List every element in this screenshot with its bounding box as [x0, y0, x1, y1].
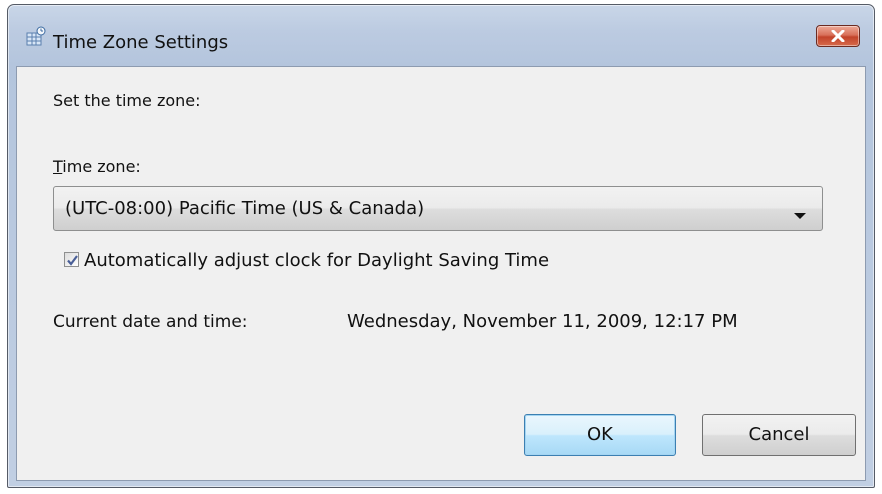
close-button[interactable] — [816, 25, 860, 47]
current-datetime-label: Current date and time: — [53, 312, 248, 332]
close-x-icon — [831, 30, 845, 42]
clock-globe-icon — [26, 26, 46, 46]
window-title: Time Zone Settings — [53, 32, 229, 53]
chevron-down-icon[interactable] — [794, 205, 806, 224]
instruction-text: Set the time zone: — [53, 91, 201, 110]
dst-checkbox[interactable] — [64, 252, 79, 267]
ok-button[interactable]: OK — [524, 414, 676, 456]
timezone-label: Time zone: — [53, 157, 141, 176]
timezone-dropdown[interactable]: (UTC-08:00) Pacific Time (US & Canada) — [53, 186, 823, 231]
timezone-selected-value: (UTC-08:00) Pacific Time (US & Canada) — [65, 198, 425, 219]
dialog-client-area: Set the time zone: Time zone: (UTC-08:00… — [16, 66, 866, 481]
cancel-button[interactable]: Cancel — [702, 414, 856, 456]
dst-checkbox-label[interactable]: Automatically adjust clock for Daylight … — [84, 250, 549, 271]
title-bar[interactable]: Time Zone Settings — [8, 5, 874, 53]
current-datetime-value: Wednesday, November 11, 2009, 12:17 PM — [347, 311, 738, 332]
time-zone-settings-window: Time Zone Settings Set the time zone: Ti… — [7, 4, 875, 488]
checkmark-icon — [67, 255, 78, 266]
